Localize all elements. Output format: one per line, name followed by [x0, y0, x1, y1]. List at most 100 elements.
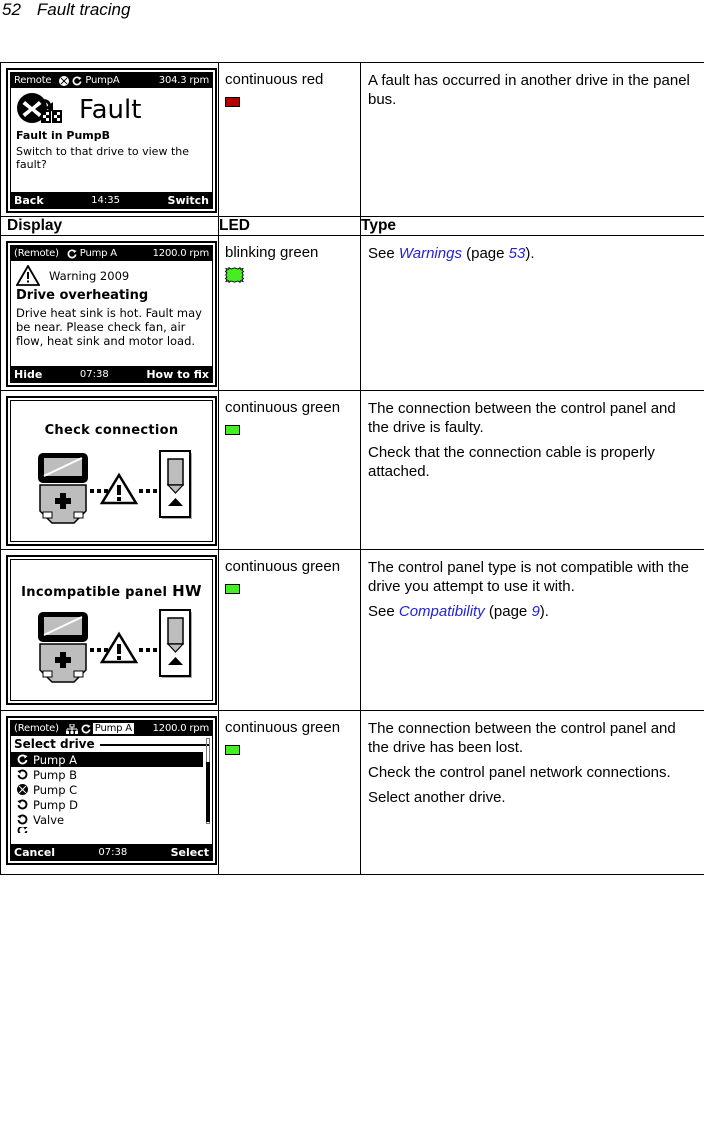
- softkey-how-to-fix[interactable]: How to fix: [146, 368, 209, 381]
- lcd-status-bar: Remote PumpA 304.3 rpm: [11, 73, 212, 88]
- incompatible-panel-title: Incompatible panel HW: [11, 560, 212, 600]
- list-item[interactable]: Pump A: [11, 752, 203, 767]
- type-cell: A fault has occurred in another drive in…: [360, 62, 704, 217]
- led-cell: blinking green: [218, 235, 361, 391]
- led-cell: continuous red: [218, 62, 361, 217]
- rotate-back-icon: [17, 799, 28, 810]
- incompatible-title-hw: HW: [172, 582, 202, 600]
- page-title: Fault tracing: [36, 0, 131, 19]
- rotate-forward-icon: [72, 75, 83, 86]
- connection-dots-right: [139, 489, 157, 493]
- fault-subtitle: Fault in PumpB: [16, 129, 111, 142]
- network-icon: [65, 723, 78, 734]
- warning-title: Drive overheating: [16, 288, 149, 303]
- list-item[interactable]: Pump B: [11, 767, 203, 782]
- type-text: The control panel type is not compatible…: [368, 559, 690, 595]
- list-item[interactable]: Pump C: [11, 782, 203, 797]
- panel-drive-link-graphic: [11, 449, 212, 529]
- list-item-partial[interactable]: [11, 827, 203, 833]
- list-item-label: Pump C: [33, 782, 78, 797]
- table-row: (Remote) Pump A 1200.0 rpm Select drive …: [0, 710, 704, 875]
- display-cell: Remote PumpA 304.3 rpm Fault Fault in Pu…: [0, 62, 219, 217]
- softkey-back[interactable]: Back: [14, 194, 44, 207]
- control-panel-glyph: [38, 612, 88, 683]
- cross-reference-page[interactable]: 9: [531, 603, 539, 620]
- type-prefix: See: [368, 245, 399, 262]
- warning-body: Drive heat sink is hot. Fault may be nea…: [16, 306, 202, 348]
- control-panel-incompatible-screen: Incompatible panel HW: [6, 555, 217, 705]
- cross-reference-link[interactable]: Compatibility: [399, 603, 485, 620]
- led-square-green-icon: [225, 425, 240, 435]
- rotate-forward-icon: [17, 827, 28, 833]
- control-panel-fault-screen: Remote PumpA 304.3 rpm Fault Fault in Pu…: [6, 68, 217, 213]
- column-header-display: Display: [0, 216, 219, 236]
- led-square-green-icon: [225, 745, 240, 755]
- led-label: continuous red: [225, 71, 324, 88]
- rotate-back-icon: [17, 769, 28, 780]
- type-mid: (page: [461, 245, 509, 262]
- lcd-softkey-bar: Hide 07:38 How to fix: [11, 366, 212, 382]
- list-item[interactable]: Pump D: [11, 797, 203, 812]
- status-drive-name: PumpA: [85, 75, 120, 86]
- control-panel-glyph: [38, 453, 88, 524]
- led-label: blinking green: [225, 244, 319, 261]
- connection-dots-left: [90, 648, 108, 652]
- lcd-status-bar: (Remote) Pump A 1200.0 rpm: [11, 721, 212, 736]
- type-text: Select another drive.: [368, 789, 506, 806]
- softkey-hide[interactable]: Hide: [14, 368, 42, 381]
- type-cell: The control panel type is not compatible…: [360, 549, 704, 711]
- table-row: Incompatible panel HW continuous green T…: [0, 549, 704, 711]
- rotate-forward-icon: [67, 248, 77, 259]
- page-number: 52: [2, 0, 21, 19]
- cross-reference-page[interactable]: 53: [509, 245, 526, 262]
- fault-question: Switch to that drive to view the fault?: [16, 145, 189, 171]
- fault-heading: Fault: [79, 95, 142, 125]
- display-cell: (Remote) Pump A 1200.0 rpm Warning 2009 …: [0, 235, 219, 391]
- type-text: Check that the connection cable is prope…: [368, 444, 655, 480]
- softkey-select[interactable]: Select: [171, 846, 209, 859]
- select-drive-header: Select drive: [11, 736, 212, 751]
- list-item[interactable]: Valve: [11, 812, 203, 827]
- lcd-clock: 14:35: [91, 194, 120, 206]
- warning-code: Warning 2009: [49, 268, 130, 283]
- select-drive-title: Select drive: [14, 737, 95, 751]
- led-label: continuous green: [225, 719, 341, 736]
- check-connection-title: Check connection: [44, 423, 179, 438]
- list-item-label: Pump D: [33, 797, 79, 812]
- table-row: Check connection continuous green The co…: [0, 390, 704, 550]
- softkey-switch[interactable]: Switch: [168, 194, 209, 207]
- led-label: continuous green: [225, 399, 341, 416]
- status-mode: Remote: [14, 75, 52, 86]
- led-cell: continuous green: [218, 549, 361, 711]
- scrollbar-thumb[interactable]: [206, 762, 210, 822]
- cross-reference-link[interactable]: Warnings: [399, 245, 462, 262]
- lcd-softkey-bar: Cancel 07:38 Select: [11, 844, 212, 860]
- control-panel-check-connection-screen: Check connection: [6, 396, 217, 546]
- status-speed: 304.3 rpm: [158, 75, 209, 86]
- led-square-green-icon: [225, 584, 240, 594]
- panel-drive-link-graphic: [11, 608, 212, 688]
- fault-big-x-icon: [15, 93, 65, 127]
- type-prefix: See: [368, 603, 399, 620]
- control-panel-warning-screen: (Remote) Pump A 1200.0 rpm Warning 2009 …: [6, 241, 217, 387]
- type-text: The connection between the control panel…: [368, 720, 676, 756]
- drive-list[interactable]: Pump A Pump B Pump C Pump D Valve: [11, 751, 212, 833]
- type-text: Check the control panel network connecti…: [368, 764, 671, 781]
- connection-dots-right: [139, 648, 157, 652]
- column-header-type: Type: [360, 216, 704, 236]
- lcd-softkey-bar: Back 14:35 Switch: [11, 192, 212, 208]
- rotate-forward-icon: [17, 754, 28, 765]
- list-item-label: Pump A: [33, 752, 78, 767]
- status-mode: (Remote): [14, 248, 59, 259]
- list-item-label: Valve: [33, 812, 65, 827]
- incompatible-title-main: Incompatible panel: [21, 585, 173, 600]
- display-cell: Check connection: [0, 390, 219, 550]
- connection-dots-left: [90, 489, 108, 493]
- table-row: (Remote) Pump A 1200.0 rpm Warning 2009 …: [0, 235, 704, 391]
- type-mid: (page: [484, 603, 532, 620]
- type-text: A fault has occurred in another drive in…: [368, 72, 690, 108]
- status-drive-name: Pump A: [79, 248, 117, 259]
- softkey-cancel[interactable]: Cancel: [14, 846, 55, 859]
- led-starburst-green-icon: [225, 267, 244, 283]
- type-cell: The connection between the control panel…: [360, 390, 704, 550]
